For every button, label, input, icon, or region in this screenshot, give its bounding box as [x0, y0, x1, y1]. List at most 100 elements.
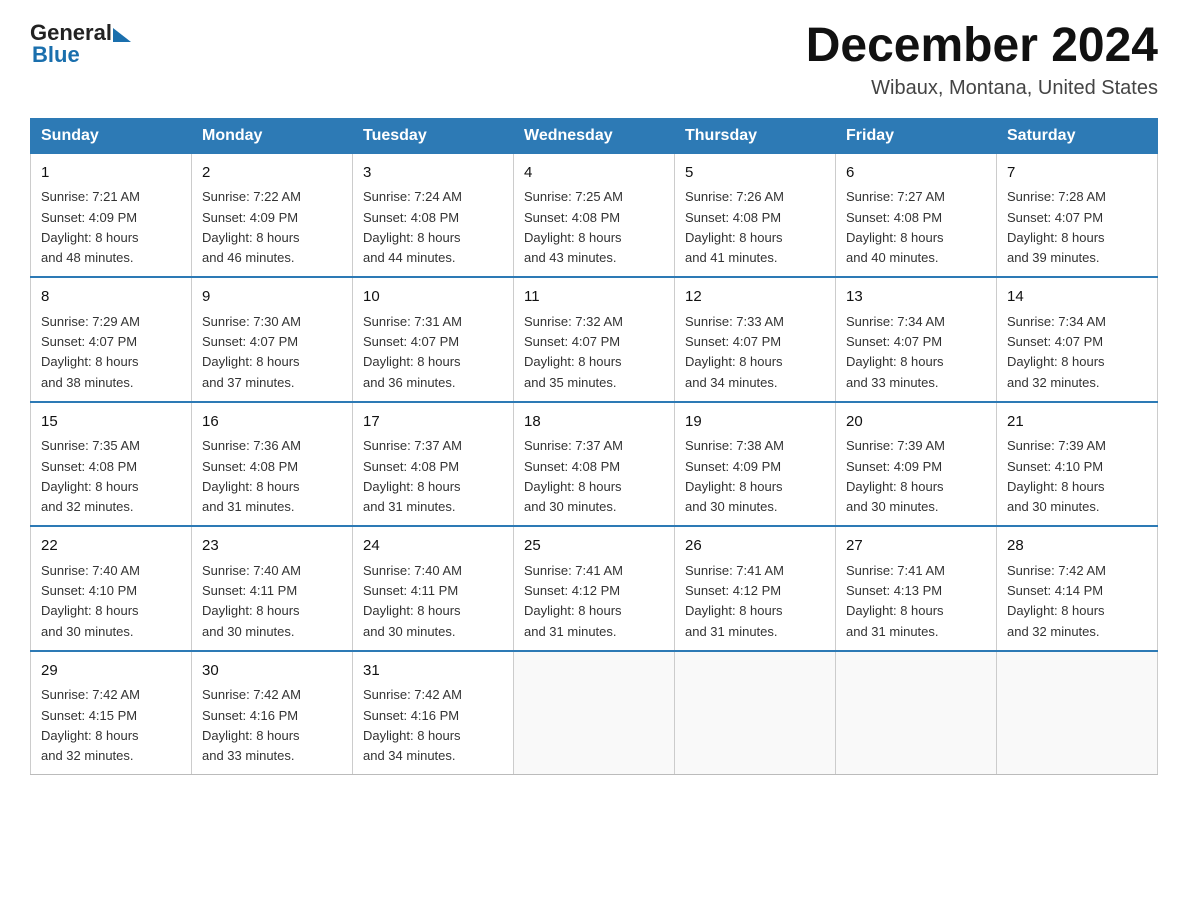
day-cell-2: 2 Sunrise: 7:22 AMSunset: 4:09 PMDayligh… [192, 153, 353, 277]
day-info: Sunrise: 7:41 AMSunset: 4:13 PMDaylight:… [846, 563, 945, 639]
day-number: 11 [524, 286, 664, 309]
day-number: 5 [685, 162, 825, 185]
day-cell-6: 6 Sunrise: 7:27 AMSunset: 4:08 PMDayligh… [836, 153, 997, 277]
day-cell-26: 26 Sunrise: 7:41 AMSunset: 4:12 PMDaylig… [675, 526, 836, 651]
day-number: 14 [1007, 286, 1147, 309]
day-cell-24: 24 Sunrise: 7:40 AMSunset: 4:11 PMDaylig… [353, 526, 514, 651]
day-number: 2 [202, 162, 342, 185]
day-number: 10 [363, 286, 503, 309]
day-cell-17: 17 Sunrise: 7:37 AMSunset: 4:08 PMDaylig… [353, 402, 514, 527]
day-info: Sunrise: 7:36 AMSunset: 4:08 PMDaylight:… [202, 438, 301, 514]
day-number: 22 [41, 535, 181, 558]
week-row-1: 1 Sunrise: 7:21 AMSunset: 4:09 PMDayligh… [31, 153, 1158, 277]
day-cell-28: 28 Sunrise: 7:42 AMSunset: 4:14 PMDaylig… [997, 526, 1158, 651]
weekday-header-wednesday: Wednesday [514, 118, 675, 153]
title-area: December 2024 Wibaux, Montana, United St… [806, 20, 1158, 100]
day-number: 23 [202, 535, 342, 558]
day-info: Sunrise: 7:41 AMSunset: 4:12 PMDaylight:… [685, 563, 784, 639]
day-number: 25 [524, 535, 664, 558]
day-info: Sunrise: 7:32 AMSunset: 4:07 PMDaylight:… [524, 314, 623, 390]
weekday-header-sunday: Sunday [31, 118, 192, 153]
day-info: Sunrise: 7:37 AMSunset: 4:08 PMDaylight:… [363, 438, 462, 514]
day-info: Sunrise: 7:22 AMSunset: 4:09 PMDaylight:… [202, 189, 301, 265]
day-info: Sunrise: 7:34 AMSunset: 4:07 PMDaylight:… [1007, 314, 1106, 390]
weekday-header-friday: Friday [836, 118, 997, 153]
day-number: 19 [685, 411, 825, 434]
day-number: 16 [202, 411, 342, 434]
day-number: 18 [524, 411, 664, 434]
day-info: Sunrise: 7:40 AMSunset: 4:11 PMDaylight:… [202, 563, 301, 639]
day-number: 9 [202, 286, 342, 309]
empty-cell [836, 651, 997, 775]
day-cell-30: 30 Sunrise: 7:42 AMSunset: 4:16 PMDaylig… [192, 651, 353, 775]
day-number: 12 [685, 286, 825, 309]
day-cell-27: 27 Sunrise: 7:41 AMSunset: 4:13 PMDaylig… [836, 526, 997, 651]
day-number: 30 [202, 660, 342, 683]
day-cell-22: 22 Sunrise: 7:40 AMSunset: 4:10 PMDaylig… [31, 526, 192, 651]
day-number: 27 [846, 535, 986, 558]
day-number: 8 [41, 286, 181, 309]
weekday-header-row: SundayMondayTuesdayWednesdayThursdayFrid… [31, 118, 1158, 153]
day-info: Sunrise: 7:42 AMSunset: 4:16 PMDaylight:… [363, 687, 462, 763]
day-info: Sunrise: 7:28 AMSunset: 4:07 PMDaylight:… [1007, 189, 1106, 265]
empty-cell [997, 651, 1158, 775]
month-title: December 2024 [806, 20, 1158, 73]
day-cell-23: 23 Sunrise: 7:40 AMSunset: 4:11 PMDaylig… [192, 526, 353, 651]
week-row-4: 22 Sunrise: 7:40 AMSunset: 4:10 PMDaylig… [31, 526, 1158, 651]
day-cell-18: 18 Sunrise: 7:37 AMSunset: 4:08 PMDaylig… [514, 402, 675, 527]
day-cell-31: 31 Sunrise: 7:42 AMSunset: 4:16 PMDaylig… [353, 651, 514, 775]
day-info: Sunrise: 7:41 AMSunset: 4:12 PMDaylight:… [524, 563, 623, 639]
week-row-5: 29 Sunrise: 7:42 AMSunset: 4:15 PMDaylig… [31, 651, 1158, 775]
day-info: Sunrise: 7:40 AMSunset: 4:10 PMDaylight:… [41, 563, 140, 639]
day-cell-1: 1 Sunrise: 7:21 AMSunset: 4:09 PMDayligh… [31, 153, 192, 277]
day-cell-16: 16 Sunrise: 7:36 AMSunset: 4:08 PMDaylig… [192, 402, 353, 527]
day-cell-5: 5 Sunrise: 7:26 AMSunset: 4:08 PMDayligh… [675, 153, 836, 277]
location-title: Wibaux, Montana, United States [806, 77, 1158, 100]
weekday-header-tuesday: Tuesday [353, 118, 514, 153]
day-number: 15 [41, 411, 181, 434]
day-info: Sunrise: 7:38 AMSunset: 4:09 PMDaylight:… [685, 438, 784, 514]
logo-arrow-icon [113, 28, 131, 42]
day-info: Sunrise: 7:42 AMSunset: 4:16 PMDaylight:… [202, 687, 301, 763]
logo-blue-text: Blue [32, 42, 80, 68]
day-info: Sunrise: 7:34 AMSunset: 4:07 PMDaylight:… [846, 314, 945, 390]
day-number: 21 [1007, 411, 1147, 434]
day-info: Sunrise: 7:26 AMSunset: 4:08 PMDaylight:… [685, 189, 784, 265]
day-number: 29 [41, 660, 181, 683]
day-number: 20 [846, 411, 986, 434]
weekday-header-monday: Monday [192, 118, 353, 153]
day-number: 4 [524, 162, 664, 185]
day-cell-29: 29 Sunrise: 7:42 AMSunset: 4:15 PMDaylig… [31, 651, 192, 775]
day-info: Sunrise: 7:31 AMSunset: 4:07 PMDaylight:… [363, 314, 462, 390]
empty-cell [675, 651, 836, 775]
day-info: Sunrise: 7:21 AMSunset: 4:09 PMDaylight:… [41, 189, 140, 265]
day-cell-21: 21 Sunrise: 7:39 AMSunset: 4:10 PMDaylig… [997, 402, 1158, 527]
week-row-2: 8 Sunrise: 7:29 AMSunset: 4:07 PMDayligh… [31, 277, 1158, 402]
day-info: Sunrise: 7:39 AMSunset: 4:10 PMDaylight:… [1007, 438, 1106, 514]
day-number: 6 [846, 162, 986, 185]
week-row-3: 15 Sunrise: 7:35 AMSunset: 4:08 PMDaylig… [31, 402, 1158, 527]
day-info: Sunrise: 7:29 AMSunset: 4:07 PMDaylight:… [41, 314, 140, 390]
day-number: 24 [363, 535, 503, 558]
header: General Blue December 2024 Wibaux, Monta… [30, 20, 1158, 100]
day-info: Sunrise: 7:35 AMSunset: 4:08 PMDaylight:… [41, 438, 140, 514]
day-cell-10: 10 Sunrise: 7:31 AMSunset: 4:07 PMDaylig… [353, 277, 514, 402]
day-info: Sunrise: 7:42 AMSunset: 4:15 PMDaylight:… [41, 687, 140, 763]
day-cell-20: 20 Sunrise: 7:39 AMSunset: 4:09 PMDaylig… [836, 402, 997, 527]
day-cell-25: 25 Sunrise: 7:41 AMSunset: 4:12 PMDaylig… [514, 526, 675, 651]
day-info: Sunrise: 7:25 AMSunset: 4:08 PMDaylight:… [524, 189, 623, 265]
day-cell-13: 13 Sunrise: 7:34 AMSunset: 4:07 PMDaylig… [836, 277, 997, 402]
day-info: Sunrise: 7:42 AMSunset: 4:14 PMDaylight:… [1007, 563, 1106, 639]
day-number: 28 [1007, 535, 1147, 558]
day-cell-11: 11 Sunrise: 7:32 AMSunset: 4:07 PMDaylig… [514, 277, 675, 402]
day-info: Sunrise: 7:33 AMSunset: 4:07 PMDaylight:… [685, 314, 784, 390]
empty-cell [514, 651, 675, 775]
day-number: 13 [846, 286, 986, 309]
day-number: 26 [685, 535, 825, 558]
day-cell-9: 9 Sunrise: 7:30 AMSunset: 4:07 PMDayligh… [192, 277, 353, 402]
day-cell-4: 4 Sunrise: 7:25 AMSunset: 4:08 PMDayligh… [514, 153, 675, 277]
day-info: Sunrise: 7:37 AMSunset: 4:08 PMDaylight:… [524, 438, 623, 514]
day-number: 7 [1007, 162, 1147, 185]
day-number: 3 [363, 162, 503, 185]
day-info: Sunrise: 7:27 AMSunset: 4:08 PMDaylight:… [846, 189, 945, 265]
